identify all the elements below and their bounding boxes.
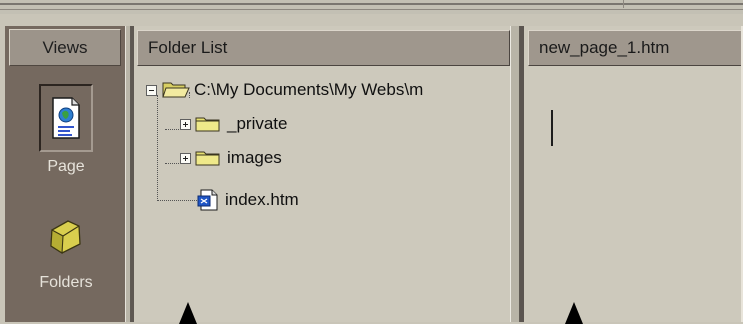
toolbar-divider — [0, 3, 743, 5]
tree-line — [165, 129, 181, 130]
text-caret — [551, 110, 553, 146]
tree-line — [165, 163, 181, 164]
tree-root-label: C:\My Documents\My Webs\m — [194, 80, 424, 99]
tree-item-index[interactable]: index.htm — [197, 188, 299, 212]
view-folders-label: Folders — [39, 274, 93, 291]
tree-item-label: _private — [227, 114, 288, 133]
annotation-arrow-icon — [565, 302, 583, 324]
folder-tree: C:\My Documents\My Webs\m _private image… — [131, 68, 510, 322]
view-folders-button[interactable]: Folders — [24, 216, 108, 292]
page-view-frame — [39, 84, 93, 152]
expand-icon[interactable] — [180, 118, 191, 130]
folder-list-pane: Folder List C:\My Documents\My Webs\m _p… — [131, 26, 510, 322]
pane-border — [520, 26, 524, 322]
html-file-icon — [197, 189, 218, 211]
top-toolbar-edge — [0, 0, 743, 14]
tree-item-private[interactable]: _private — [180, 112, 287, 136]
editor-pane[interactable]: new_page_1.htm — [520, 26, 743, 322]
toolbar-divider — [0, 9, 743, 10]
folder-view-icon — [50, 220, 81, 254]
page-view-icon — [52, 97, 80, 139]
view-page-button[interactable]: Page — [24, 84, 108, 176]
tree-line — [157, 95, 158, 199]
folder-list-header: Folder List — [137, 30, 510, 66]
tree-line — [157, 200, 197, 201]
tree-item-label: images — [227, 148, 282, 167]
tree-item-images[interactable]: images — [180, 146, 282, 170]
folder-icon — [195, 117, 220, 132]
tree-item-label: index.htm — [225, 190, 299, 209]
tree-root-item[interactable]: C:\My Documents\My Webs\m — [146, 78, 423, 102]
editor-tab[interactable]: new_page_1.htm — [528, 30, 743, 66]
views-header: Views — [9, 29, 121, 66]
open-folder-icon — [162, 82, 190, 98]
annotation-arrow-icon — [179, 302, 197, 324]
view-page-label: Page — [47, 158, 85, 175]
folder-icon — [195, 151, 220, 166]
expand-icon[interactable] — [180, 152, 191, 164]
toolbar-divider — [623, 0, 624, 8]
views-bar: Views Page Folders — [5, 26, 125, 322]
collapse-icon[interactable] — [146, 84, 157, 96]
folder-list-splitter[interactable] — [510, 26, 520, 322]
